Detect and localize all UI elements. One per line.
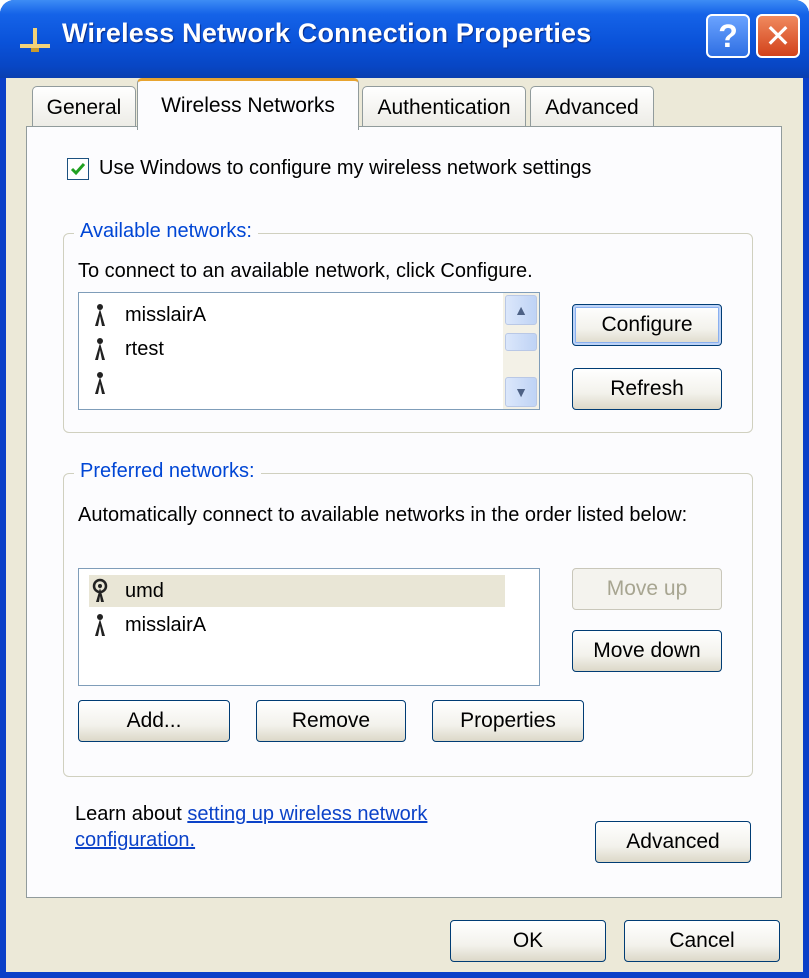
ok-button[interactable]: OK bbox=[450, 920, 606, 962]
scroll-up-icon[interactable]: ▲ bbox=[505, 295, 537, 325]
radio-tower-icon bbox=[92, 578, 108, 602]
antenna-icon bbox=[95, 372, 105, 394]
wireless-setup-link-cont[interactable]: configuration. bbox=[75, 829, 195, 851]
list-item[interactable] bbox=[89, 367, 125, 399]
antenna-icon bbox=[95, 338, 105, 360]
properties-button[interactable]: Properties bbox=[432, 700, 584, 742]
wireless-networks-panel: Use Windows to configure my wireless net… bbox=[26, 126, 782, 898]
antenna-icon bbox=[95, 614, 105, 636]
available-instructions: To connect to an available network, clic… bbox=[78, 260, 533, 282]
use-windows-checkbox-row[interactable]: Use Windows to configure my wireless net… bbox=[67, 157, 591, 180]
list-item[interactable]: umd bbox=[89, 575, 505, 607]
tab-advanced[interactable]: Advanced bbox=[530, 86, 654, 128]
preferred-networks-group: Preferred networks: Automatically connec… bbox=[63, 460, 753, 777]
preferred-instructions: Automatically connect to available netwo… bbox=[78, 504, 688, 526]
preferred-networks-label: Preferred networks: bbox=[74, 460, 261, 483]
cancel-button[interactable]: Cancel bbox=[624, 920, 780, 962]
refresh-button[interactable]: Refresh bbox=[572, 368, 722, 410]
use-windows-label: Use Windows to configure my wireless net… bbox=[99, 157, 592, 179]
network-name: rtest bbox=[125, 337, 164, 360]
use-windows-checkbox[interactable] bbox=[67, 157, 89, 180]
available-networks-label: Available networks: bbox=[74, 220, 258, 243]
move-up-button[interactable]: Move up bbox=[572, 568, 722, 610]
available-networks-list[interactable]: misslairA rtest ▲ ▼ bbox=[78, 292, 540, 410]
dialog-window: Wireless Network Connection Properties ?… bbox=[0, 0, 809, 978]
available-networks-group: Available networks: To connect to an ava… bbox=[63, 220, 753, 433]
preferred-networks-list[interactable]: umd misslairA bbox=[78, 568, 540, 686]
list-item[interactable]: rtest bbox=[89, 333, 164, 365]
wireless-setup-link[interactable]: setting up wireless network bbox=[187, 803, 427, 825]
tab-general[interactable]: General bbox=[32, 86, 136, 128]
help-button[interactable]: ? bbox=[706, 14, 750, 58]
close-button[interactable]: ✕ bbox=[756, 14, 800, 58]
list-item[interactable]: misslairA bbox=[89, 299, 206, 331]
tab-wireless-networks[interactable]: Wireless Networks bbox=[137, 78, 359, 130]
dialog-client-area: General Wireless Networks Authentication… bbox=[6, 78, 803, 972]
checkmark-icon bbox=[70, 162, 86, 175]
add-button[interactable]: Add... bbox=[78, 700, 230, 742]
network-name: umd bbox=[125, 579, 164, 602]
window-title: Wireless Network Connection Properties bbox=[62, 18, 592, 48]
learn-about-text: Learn about setting up wireless network … bbox=[75, 801, 515, 853]
list-item[interactable]: misslairA bbox=[89, 609, 206, 641]
available-list-scrollbar[interactable]: ▲ ▼ bbox=[503, 293, 539, 409]
tab-strip: General Wireless Networks Authentication… bbox=[32, 78, 782, 130]
remove-button[interactable]: Remove bbox=[256, 700, 406, 742]
title-bar[interactable]: Wireless Network Connection Properties ?… bbox=[0, 0, 809, 78]
scroll-down-icon[interactable]: ▼ bbox=[505, 377, 537, 407]
network-connection-icon bbox=[20, 28, 50, 52]
configure-button[interactable]: Configure bbox=[572, 304, 722, 346]
antenna-icon bbox=[95, 304, 105, 326]
network-name: misslairA bbox=[125, 303, 207, 326]
tab-authentication[interactable]: Authentication bbox=[362, 86, 526, 128]
learn-about-prefix: Learn about bbox=[75, 803, 188, 825]
scroll-thumb[interactable] bbox=[505, 333, 537, 351]
advanced-button[interactable]: Advanced bbox=[595, 821, 751, 863]
move-down-button[interactable]: Move down bbox=[572, 630, 722, 672]
network-name: misslairA bbox=[125, 613, 207, 636]
